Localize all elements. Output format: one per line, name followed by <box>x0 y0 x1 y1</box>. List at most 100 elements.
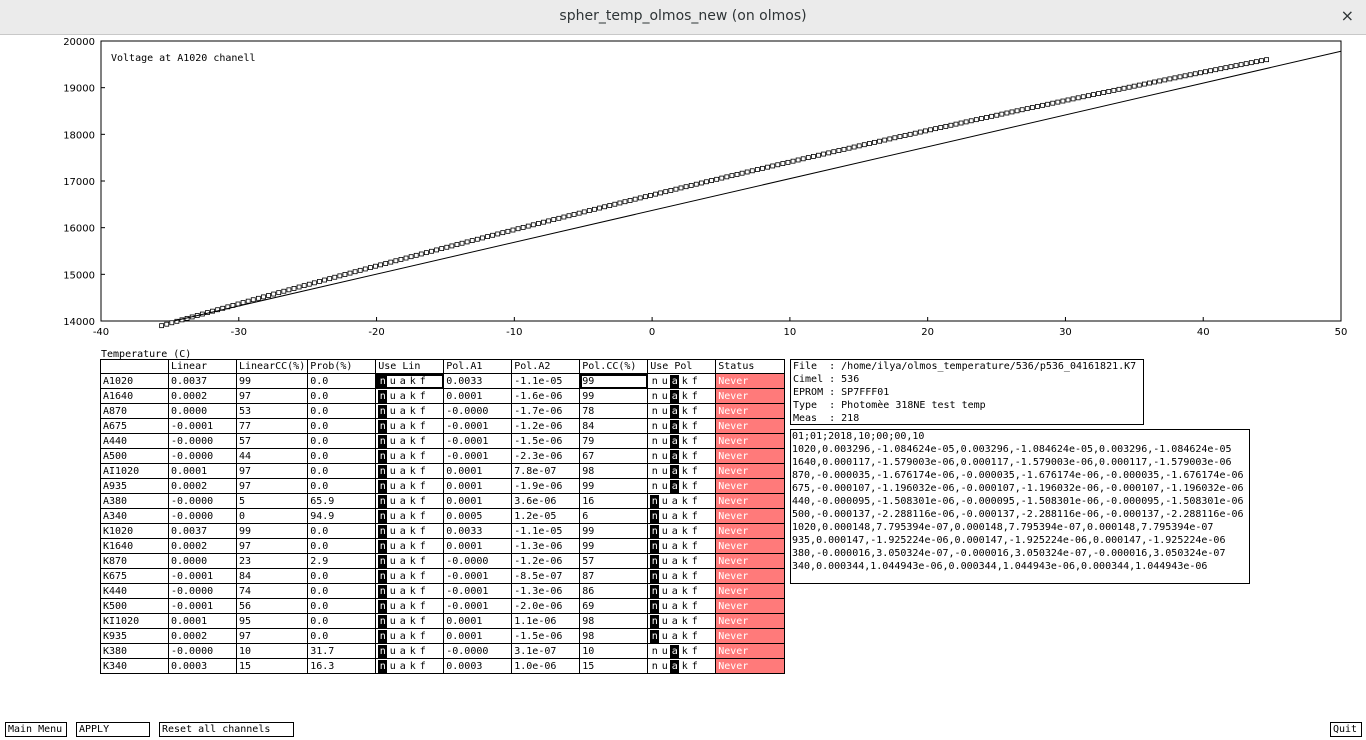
use-pol-flag-n[interactable]: n <box>650 420 659 433</box>
use-pol-flag-k[interactable]: k <box>680 630 689 643</box>
use-lin-flag-n[interactable]: n <box>378 479 388 493</box>
use-lin-flag-n[interactable]: n <box>378 659 388 673</box>
use-lin-flag-k[interactable]: k <box>408 615 417 628</box>
coefficients-text[interactable]: 01;01;2018,10;00;00,10 1020,0.003296,-1.0… <box>790 429 1250 584</box>
use-pol-flag-a[interactable]: a <box>670 374 680 388</box>
use-lin-flags[interactable]: nuakf <box>375 418 445 434</box>
use-lin-flag-k[interactable]: k <box>408 645 417 658</box>
use-pol-flag-a[interactable]: a <box>670 630 679 643</box>
use-lin-flag-u[interactable]: u <box>388 645 397 658</box>
use-pol-flag-f[interactable]: f <box>690 630 699 643</box>
use-lin-flags[interactable]: nuakf <box>375 598 445 614</box>
use-lin-flag-a[interactable]: a <box>398 390 407 403</box>
use-lin-flag-f[interactable]: f <box>418 555 427 568</box>
use-pol-flag-n[interactable]: n <box>650 660 659 673</box>
table-row[interactable]: A380 -0.0000 5 65.9 n u a k f 0.0001 3.6e-06 16 n u a k… <box>100 493 786 509</box>
use-lin-flag-u[interactable]: u <box>388 630 397 643</box>
use-lin-flag-a[interactable]: a <box>398 465 407 478</box>
use-pol-flag-f[interactable]: f <box>690 435 699 448</box>
use-pol-flag-u[interactable]: u <box>660 540 669 553</box>
use-pol-flags[interactable]: nuakf <box>647 658 717 674</box>
quit-button[interactable]: Quit <box>1330 722 1362 737</box>
use-lin-flag-n[interactable]: n <box>378 614 388 628</box>
use-pol-flag-f[interactable]: f <box>690 375 699 388</box>
use-pol-flags[interactable]: nuakf <box>647 643 717 659</box>
use-lin-flag-n[interactable]: n <box>378 524 388 538</box>
use-lin-flag-k[interactable]: k <box>408 495 417 508</box>
use-lin-flag-k[interactable]: k <box>408 465 417 478</box>
use-lin-flag-a[interactable]: a <box>398 510 407 523</box>
use-pol-flag-a[interactable]: a <box>670 479 680 493</box>
use-pol-flag-n[interactable]: n <box>650 405 659 418</box>
use-lin-flag-n[interactable]: n <box>378 449 388 463</box>
use-pol-flag-k[interactable]: k <box>680 390 689 403</box>
close-icon[interactable]: × <box>1341 6 1354 25</box>
use-pol-flag-n[interactable]: n <box>650 494 660 508</box>
use-pol-flag-n[interactable]: n <box>650 480 659 493</box>
use-lin-flags[interactable]: nuakf <box>375 448 445 464</box>
use-lin-flag-a[interactable]: a <box>398 375 407 388</box>
use-pol-flag-f[interactable]: f <box>690 570 699 583</box>
table-row[interactable]: A500 -0.0000 44 0.0 n u a k f -0.0001 -2.3e-06 67 n u… <box>100 448 786 464</box>
use-pol-flags[interactable]: nuakf <box>647 403 717 419</box>
use-lin-flags[interactable]: nuakf <box>375 538 445 554</box>
use-pol-flag-a[interactable]: a <box>670 659 680 673</box>
use-lin-flag-u[interactable]: u <box>388 660 397 673</box>
use-pol-flags[interactable]: nuakf <box>647 478 717 494</box>
use-pol-flag-n[interactable]: n <box>650 539 660 553</box>
use-lin-flag-k[interactable]: k <box>408 555 417 568</box>
use-lin-flag-n[interactable]: n <box>378 494 388 508</box>
use-pol-flag-n[interactable]: n <box>650 390 659 403</box>
use-pol-flag-u[interactable]: u <box>660 510 669 523</box>
use-lin-flags[interactable]: nuakf <box>375 523 445 539</box>
use-pol-flag-a[interactable]: a <box>670 419 680 433</box>
use-lin-flag-u[interactable]: u <box>388 525 397 538</box>
use-lin-flag-a[interactable]: a <box>398 630 407 643</box>
use-lin-flag-f[interactable]: f <box>418 450 427 463</box>
use-pol-flag-n[interactable]: n <box>650 450 659 463</box>
use-lin-flag-k[interactable]: k <box>408 630 417 643</box>
use-pol-flag-a[interactable]: a <box>670 600 679 613</box>
use-lin-flag-f[interactable]: f <box>418 420 427 433</box>
use-pol-flag-f[interactable]: f <box>690 450 699 463</box>
use-lin-flags[interactable]: nuakf <box>375 658 445 674</box>
use-lin-flag-k[interactable]: k <box>408 540 417 553</box>
use-pol-flag-n[interactable]: n <box>650 614 660 628</box>
use-pol-flags[interactable]: nuakf <box>647 523 717 539</box>
use-lin-flag-a[interactable]: a <box>398 600 407 613</box>
use-lin-flag-a[interactable]: a <box>398 525 407 538</box>
use-pol-flag-f[interactable]: f <box>690 510 699 523</box>
use-pol-flag-n[interactable]: n <box>650 554 660 568</box>
use-lin-flag-k[interactable]: k <box>408 390 417 403</box>
use-pol-flag-a[interactable]: a <box>670 434 680 448</box>
use-lin-flag-u[interactable]: u <box>388 450 397 463</box>
use-lin-flag-f[interactable]: f <box>418 645 427 658</box>
use-lin-flags[interactable]: nuakf <box>375 508 445 524</box>
use-lin-flag-u[interactable]: u <box>388 510 397 523</box>
use-lin-flag-n[interactable]: n <box>378 509 388 523</box>
use-pol-flags[interactable]: nuakf <box>647 553 717 569</box>
use-lin-flag-n[interactable]: n <box>378 464 388 478</box>
use-pol-flag-u[interactable]: u <box>660 525 669 538</box>
use-lin-flag-n[interactable]: n <box>378 419 388 433</box>
use-lin-flag-n[interactable]: n <box>378 389 388 403</box>
use-pol-flag-f[interactable]: f <box>690 600 699 613</box>
use-pol-flags[interactable]: nuakf <box>647 568 717 584</box>
use-lin-flag-u[interactable]: u <box>388 555 397 568</box>
use-lin-flag-k[interactable]: k <box>408 660 417 673</box>
table-row[interactable]: A440 -0.0000 57 0.0 n u a k f -0.0001 -1.5e-06 79 n u… <box>100 433 786 449</box>
use-lin-flags[interactable]: nuakf <box>375 433 445 449</box>
use-pol-flag-f[interactable]: f <box>690 540 699 553</box>
use-lin-flag-a[interactable]: a <box>398 585 407 598</box>
use-pol-flag-a[interactable]: a <box>670 404 680 418</box>
use-pol-flag-u[interactable]: u <box>660 405 669 418</box>
use-pol-flags[interactable]: nuakf <box>647 538 717 554</box>
use-pol-flags[interactable]: nuakf <box>647 628 717 644</box>
table-row[interactable]: K1020 0.0037 99 0.0 n u a k f 0.0033 -1.1e-05 99 n u a… <box>100 523 786 539</box>
use-pol-flag-k[interactable]: k <box>680 615 689 628</box>
use-pol-flag-k[interactable]: k <box>680 480 689 493</box>
use-pol-flag-n[interactable]: n <box>650 599 660 613</box>
use-lin-flag-u[interactable]: u <box>388 405 397 418</box>
use-pol-flag-k[interactable]: k <box>680 465 689 478</box>
use-lin-flag-f[interactable]: f <box>418 480 427 493</box>
